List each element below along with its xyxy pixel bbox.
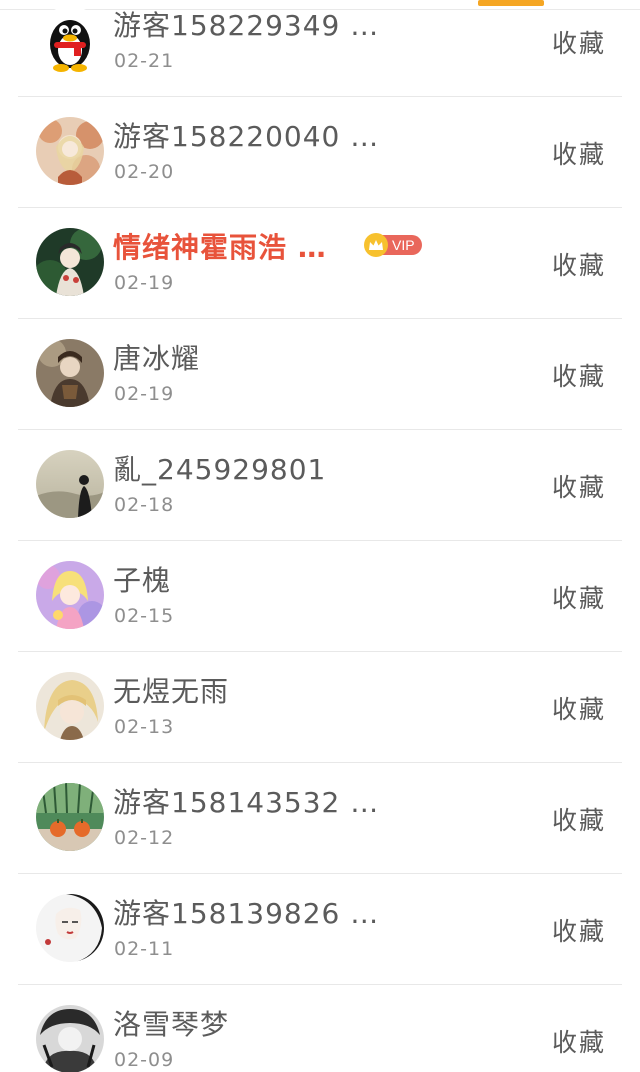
user-date: 02-20: [114, 161, 175, 183]
user-name: 亂_245929801: [113, 453, 327, 486]
user-name: 游客158229349 …: [113, 9, 380, 42]
crown-icon: [364, 233, 388, 257]
favorite-button[interactable]: 收藏: [552, 246, 606, 282]
avatar-ink-girl[interactable]: [36, 894, 104, 962]
list-item[interactable]: 子槐 02-15 收藏: [18, 541, 622, 652]
list-item[interactable]: 游客158139826 … 02-11 收藏: [18, 874, 622, 985]
user-name: 子槐: [113, 564, 172, 597]
favorite-button[interactable]: 收藏: [552, 801, 606, 837]
favorite-button[interactable]: 收藏: [552, 912, 606, 948]
user-name: 唐冰耀: [113, 342, 201, 375]
avatar-silhouette[interactable]: [36, 450, 104, 518]
user-date: 02-11: [114, 938, 175, 960]
avatar-pink-anime[interactable]: [36, 561, 104, 629]
penguin-icon[interactable]: [36, 6, 104, 74]
user-date: 02-18: [114, 494, 175, 516]
list-item[interactable]: 无煜无雨 02-13 收藏: [18, 652, 622, 763]
avatar-warrior[interactable]: [36, 339, 104, 407]
user-name: 游客158220040 …: [113, 120, 380, 153]
user-name: 游客158139826 …: [113, 897, 380, 930]
vip-badge: VIP: [364, 233, 422, 257]
list-item[interactable]: 游客158229349 … 02-21 收藏: [18, 0, 622, 97]
user-date: 02-21: [114, 50, 175, 72]
favorite-button[interactable]: 收藏: [552, 468, 606, 504]
avatar-blonde[interactable]: [36, 672, 104, 740]
favorite-button[interactable]: 收藏: [552, 357, 606, 393]
user-date: 02-09: [114, 1049, 175, 1071]
user-date: 02-19: [114, 383, 175, 405]
user-list: 游客158229349 … 02-21 收藏 游客158220040 … 02-: [0, 0, 640, 1072]
avatar-anime-green[interactable]: [36, 228, 104, 296]
avatar-autumn[interactable]: [36, 117, 104, 185]
list-item[interactable]: 游客158220040 … 02-20 收藏: [18, 97, 622, 208]
avatar-monochrome[interactable]: [36, 1005, 104, 1072]
favorite-button[interactable]: 收藏: [552, 135, 606, 171]
user-name: 无煜无雨: [113, 675, 230, 708]
user-date: 02-15: [114, 605, 175, 627]
list-item[interactable]: 洛雪琴梦 02-09 收藏: [18, 985, 622, 1072]
user-name: 情绪神霍雨浩 …: [113, 231, 327, 264]
user-name: 游客158143532 …: [113, 786, 380, 819]
favorite-button[interactable]: 收藏: [552, 24, 606, 60]
avatar-oranges[interactable]: [36, 783, 104, 851]
list-item[interactable]: 亂_245929801 02-18 收藏: [18, 430, 622, 541]
user-date: 02-19: [114, 272, 175, 294]
list-item[interactable]: 游客158143532 … 02-12 收藏: [18, 763, 622, 874]
favorite-button[interactable]: 收藏: [552, 579, 606, 615]
favorite-button[interactable]: 收藏: [552, 690, 606, 726]
user-name: 洛雪琴梦: [113, 1008, 230, 1041]
list-item[interactable]: 情绪神霍雨浩 … VIP 02-19 收藏: [18, 208, 622, 319]
user-list-page: 游客158229349 … 02-21 收藏 游客158220040 … 02-: [0, 0, 640, 1072]
user-date: 02-13: [114, 716, 175, 738]
list-item[interactable]: 唐冰耀 02-19 收藏: [18, 319, 622, 430]
user-date: 02-12: [114, 827, 175, 849]
favorite-button[interactable]: 收藏: [552, 1023, 606, 1059]
